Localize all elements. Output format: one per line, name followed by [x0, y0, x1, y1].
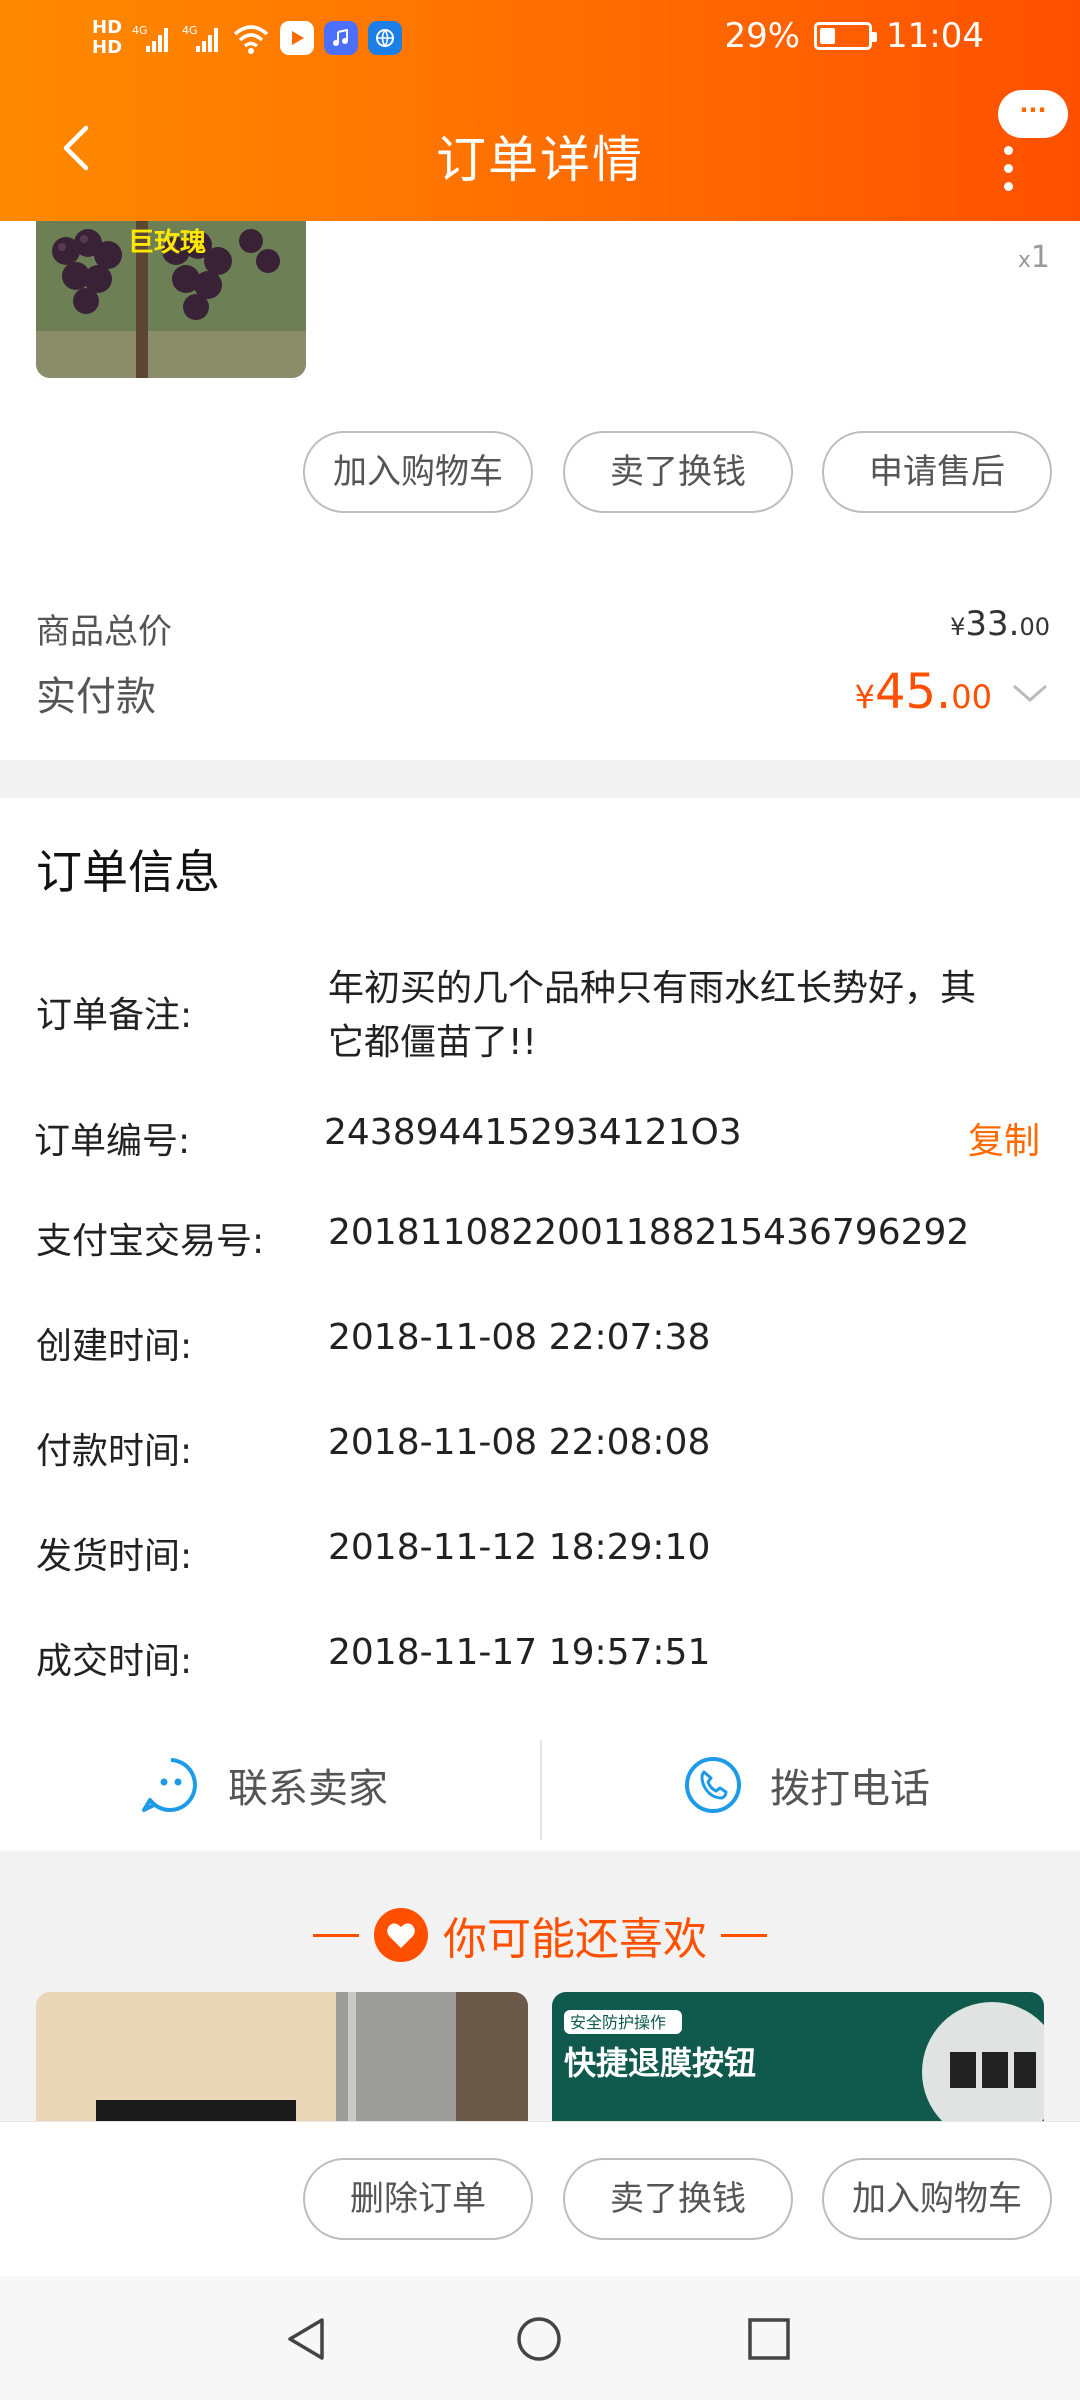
bottom-action-bar: 删除订单 卖了换钱 加入购物车: [0, 2121, 1080, 2276]
product-image-caption: 巨玫瑰: [128, 228, 206, 258]
paid-amount-label: 实付款: [36, 674, 156, 720]
paid-time-value: 2018-11-08 22:08:08: [328, 1422, 711, 1463]
completed-time-label: 成交时间:: [36, 1641, 193, 1682]
order-note-value: 年初买的几个品种只有雨水红长势好，其 它都僵苗了!!: [328, 968, 977, 1063]
total-price-value: ¥33.00: [950, 604, 1050, 644]
bottom-sell-for-cash-button[interactable]: 卖了换钱: [563, 2158, 793, 2240]
contact-divider: [540, 1740, 542, 1840]
shipped-time-label: 发货时间:: [36, 1536, 193, 1577]
deco-line-right: [721, 1933, 767, 1937]
status-bar: HD HD 4G 4G 29% 11:04: [0, 0, 1080, 78]
total-price-label: 商品总价: [36, 612, 172, 652]
signal2-icon: 4G: [182, 24, 219, 52]
recommend-card-2[interactable]: 安全防护操作 快捷退膜按钮: [552, 1992, 1044, 2121]
paid-amount-row[interactable]: 实付款 ¥45.00: [36, 664, 1050, 722]
call-label: 拨打电话: [770, 1766, 930, 1812]
hd2-label: HD: [92, 37, 123, 58]
message-bubble-icon: ···: [998, 90, 1068, 138]
product-image[interactable]: 巨玫瑰: [36, 221, 306, 378]
created-time-value: 2018-11-08 22:07:38: [328, 1317, 711, 1358]
card2-tag: 安全防护操作: [570, 2013, 666, 2032]
hd1-label: HD: [92, 17, 123, 38]
order-number-label: 订单编号:: [34, 1121, 191, 1162]
more-dots-icon: [1004, 146, 1014, 200]
app-header: HD HD 4G 4G 29% 11:04 订单详情 ···: [0, 0, 1080, 221]
nav-recents-icon[interactable]: [744, 2314, 794, 2364]
order-note-label: 订单备注:: [36, 995, 193, 1036]
phone-icon: [685, 1757, 741, 1813]
contact-seller-label: 联系卖家: [228, 1766, 388, 1812]
card2-title: 快捷退膜按钮: [564, 2044, 756, 2082]
recommend-title-text: 你可能还喜欢: [443, 1914, 707, 1965]
heart-icon: [374, 1908, 428, 1962]
created-time-label: 创建时间:: [36, 1326, 193, 1367]
recommend-card-1[interactable]: [36, 1992, 528, 2121]
chat-face-icon: [142, 1758, 197, 1812]
add-to-cart-button[interactable]: 加入购物车: [303, 431, 533, 513]
section-divider: [0, 760, 1080, 798]
after-sales-button[interactable]: 申请售后: [822, 431, 1052, 513]
paid-time-label: 付款时间:: [36, 1431, 193, 1472]
recommend-title: 你可能还喜欢: [0, 1903, 1080, 1967]
delete-order-button[interactable]: 删除订单: [303, 2158, 533, 2240]
chevron-down-icon[interactable]: [1010, 682, 1050, 706]
completed-time-value: 2018-11-17 19:57:51: [328, 1632, 711, 1673]
music-app-icon: [324, 21, 359, 55]
battery-percent: 29%: [724, 16, 801, 56]
alipay-trade-value: 2018110822001188215436796292: [328, 1212, 970, 1253]
nav-home-icon[interactable]: [514, 2314, 564, 2364]
nav-bar: 订单详情 ···: [0, 78, 1080, 221]
paid-amount-value: ¥45.00: [854, 664, 992, 720]
wifi-icon: [233, 25, 269, 54]
copy-button[interactable]: 复制: [968, 1112, 1040, 1164]
nav-back-icon[interactable]: [282, 2314, 332, 2364]
svg-text:4G: 4G: [182, 24, 198, 37]
product-quantity: x1: [1017, 240, 1050, 275]
deco-line-left: [313, 1933, 359, 1937]
more-menu-button[interactable]: ···: [968, 86, 1068, 196]
order-note-row: 订单备注: 年初买的几个品种只有雨水红长势好，其 它都僵苗了!!: [36, 962, 1040, 1072]
sell-for-cash-button[interactable]: 卖了换钱: [563, 431, 793, 513]
shipped-time-value: 2018-11-12 18:29:10: [328, 1527, 711, 1568]
call-button[interactable]: 拨打电话: [682, 1720, 930, 1850]
contact-bar: 联系卖家 拨打电话: [0, 1720, 1080, 1850]
alipay-trade-label: 支付宝交易号:: [36, 1221, 265, 1262]
browser-app-icon: [368, 21, 403, 55]
order-number-value: 2438944152934121O3: [324, 1112, 742, 1153]
signal1-icon: 4G: [132, 24, 169, 52]
svg-text:4G: 4G: [132, 24, 148, 37]
bottom-add-to-cart-button[interactable]: 加入购物车: [822, 2158, 1052, 2240]
total-price-row: 商品总价 ¥33.00: [36, 604, 1050, 653]
battery-icon: [814, 22, 878, 50]
system-nav-bar: [0, 2276, 1080, 2400]
order-info-title: 订单信息: [36, 845, 220, 899]
page-title: 订单详情: [436, 131, 644, 189]
sim-hd-indicators: HD HD: [92, 18, 122, 58]
clock: 11:04: [886, 16, 984, 56]
video-app-icon: [280, 21, 315, 55]
recommend-section: 你可能还喜欢 安全防护操作 快捷退膜按钮: [0, 1851, 1080, 2121]
contact-seller-button[interactable]: 联系卖家: [140, 1720, 388, 1850]
